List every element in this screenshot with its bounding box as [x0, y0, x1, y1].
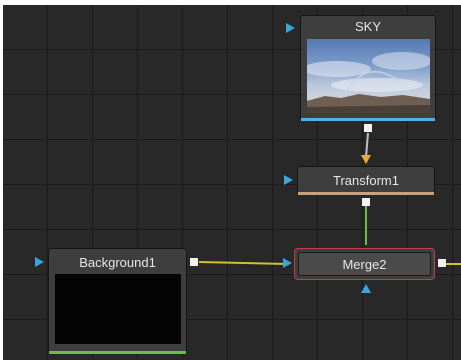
transform1-output-port[interactable]: [362, 198, 370, 206]
sky-node-title: SKY: [354, 19, 381, 34]
merge2-node[interactable]: Merge2: [294, 248, 435, 280]
wire-sky-to-transform: [365, 132, 369, 158]
transform1-node-title: Transform1: [333, 173, 399, 188]
sky-thumbnail: [307, 39, 430, 113]
background1-node-title: Background1: [79, 255, 156, 270]
background-input-triangle[interactable]: [35, 257, 44, 267]
transform-input-triangle[interactable]: [284, 175, 293, 185]
merge2-node-title: Merge2: [342, 257, 387, 272]
transform1-node-color-bar: [298, 192, 434, 195]
sky-thumbnail-image: [307, 52, 430, 113]
merge2-output-port[interactable]: [438, 259, 446, 267]
merge-mask-input-triangle[interactable]: [361, 284, 371, 293]
background1-node-color-bar: [49, 351, 186, 354]
sky-node-color-bar: [301, 118, 435, 121]
sky-input-triangle[interactable]: [286, 23, 295, 33]
merge-background-input-triangle[interactable]: [283, 258, 292, 268]
sky-output-port[interactable]: [364, 124, 372, 132]
background1-thumbnail: [55, 274, 181, 344]
transform-foreground-input-triangle[interactable]: [361, 155, 371, 164]
background1-output-port[interactable]: [190, 258, 198, 266]
wire-background-to-merge[interactable]: [198, 261, 288, 265]
background1-node[interactable]: Background1: [48, 248, 187, 354]
sky-node[interactable]: SKY: [300, 15, 436, 121]
transform1-node[interactable]: Transform1: [297, 166, 435, 195]
node-flow-canvas[interactable]: SKY Transform1 Background1 Merge2: [3, 5, 461, 360]
